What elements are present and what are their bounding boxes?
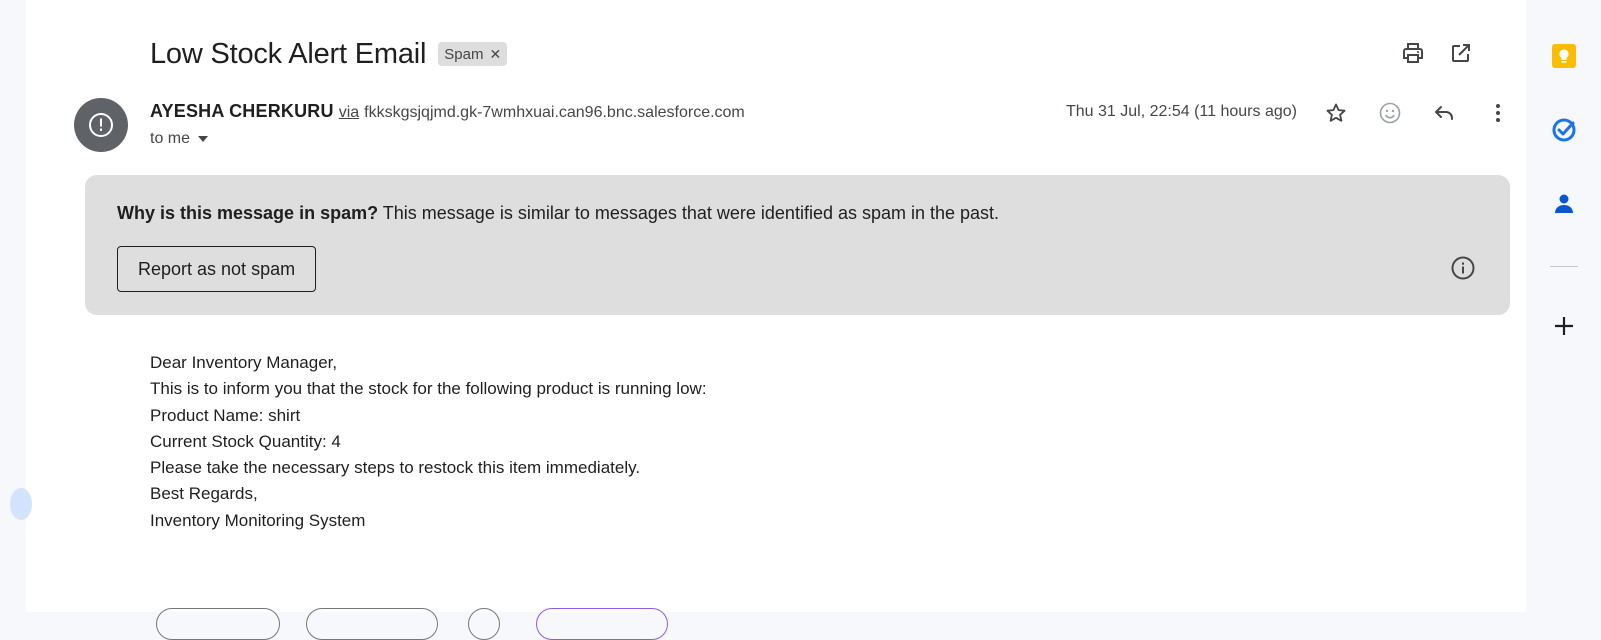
more-options-icon[interactable]	[1485, 100, 1511, 126]
star-icon[interactable]	[1323, 100, 1349, 126]
label-text: Spam	[444, 45, 484, 63]
thread-actions	[1400, 40, 1474, 66]
body-line: Dear Inventory Manager,	[150, 353, 338, 372]
sender-domain: fkkskgsjqjmd.gk-7wmhxuai.can96.bnc.sales…	[364, 104, 745, 121]
spam-reason: Why is this message in spam? This messag…	[117, 203, 999, 224]
recipient-line[interactable]: to me	[150, 130, 209, 148]
forward-button[interactable]	[306, 608, 438, 640]
recipient-text: to me	[150, 130, 191, 147]
side-panel	[1526, 0, 1601, 612]
print-icon[interactable]	[1400, 40, 1426, 66]
add-icon[interactable]	[1550, 312, 1578, 340]
contacts-icon[interactable]	[1550, 190, 1578, 218]
spam-warning-banner: Why is this message in spam? This messag…	[85, 175, 1510, 315]
email-body: Dear Inventory Manager, This is to infor…	[150, 350, 707, 534]
body-line: This is to inform you that the stock for…	[150, 379, 707, 399]
spam-question: Why is this message in spam?	[117, 203, 379, 223]
email-view: Low Stock Alert Email Spam ✕ AYESHA CHER…	[10, 0, 1526, 640]
body-line: Inventory Monitoring System	[150, 510, 366, 530]
subject-row: Low Stock Alert Email Spam ✕	[150, 34, 508, 74]
warning-icon	[89, 113, 113, 137]
spam-explanation: This message is similar to messages that…	[382, 203, 1000, 223]
reply-icon[interactable]	[1431, 100, 1457, 126]
sender-name[interactable]: AYESHA CHERKURU	[150, 101, 334, 122]
via-link[interactable]: via	[339, 104, 359, 122]
remove-label-icon[interactable]: ✕	[489, 46, 501, 63]
open-in-new-window-icon[interactable]	[1448, 40, 1474, 66]
spam-label-chip[interactable]: Spam ✕	[438, 42, 508, 66]
email-subject: Low Stock Alert Email	[150, 37, 427, 70]
smart-reply-button[interactable]	[536, 608, 668, 640]
body-line: Best Regards,	[150, 484, 258, 504]
email-date: Thu 31 Jul, 22:54 (11 hours ago)	[1066, 103, 1297, 120]
tasks-icon[interactable]	[1550, 116, 1578, 144]
sender-avatar[interactable]	[74, 98, 128, 152]
chevron-down-icon[interactable]	[198, 136, 209, 142]
body-line: Current Stock Quantity: 4	[150, 431, 341, 451]
reply-button[interactable]	[156, 608, 280, 640]
sender-line: AYESHA CHERKURU via fkkskgsjqjmd.gk-7wmh…	[150, 101, 745, 122]
compose-fab-edge[interactable]	[10, 488, 32, 520]
message-actions	[1323, 100, 1511, 126]
emoji-icon[interactable]	[1377, 100, 1403, 126]
keep-icon[interactable]	[1550, 42, 1578, 70]
report-not-spam-button[interactable]: Report as not spam	[117, 246, 317, 292]
body-line: Please take the necessary steps to resto…	[150, 458, 641, 478]
body-line: Product Name: shirt	[150, 405, 301, 425]
side-panel-divider	[1550, 266, 1578, 267]
info-icon[interactable]	[1450, 255, 1476, 286]
emoji-reaction-button[interactable]	[468, 608, 500, 640]
